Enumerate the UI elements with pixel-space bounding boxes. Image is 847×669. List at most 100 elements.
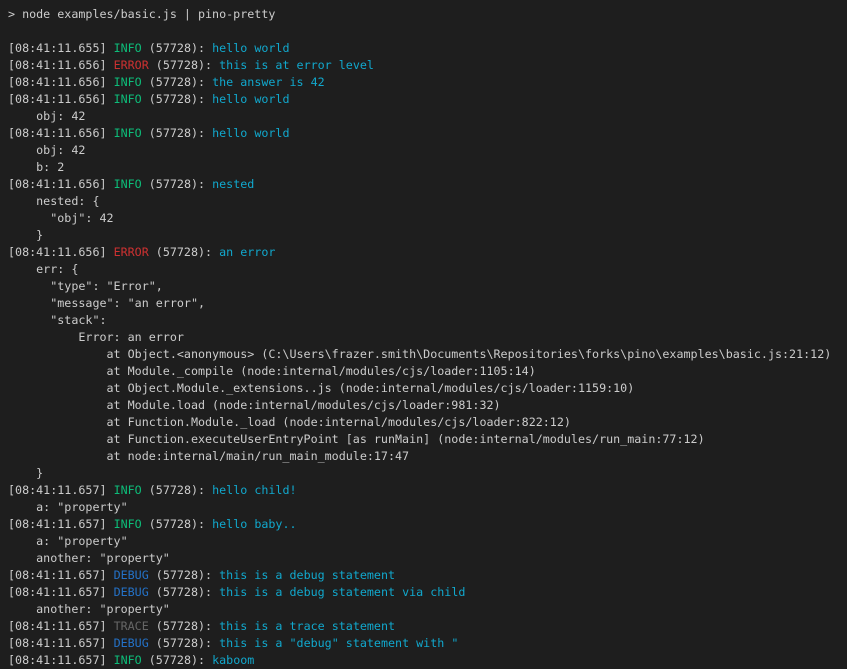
log-text: "obj": 42 [8, 211, 114, 225]
log-text: [08:41:11.656] [8, 75, 114, 89]
terminal-line: "stack": [8, 312, 847, 329]
log-text: "message": "an error", [8, 296, 205, 310]
terminal-line: "message": "an error", [8, 295, 847, 312]
terminal-line: [08:41:11.655] INFO (57728): hello world [8, 40, 847, 57]
terminal-line: [08:41:11.656] INFO (57728): hello world [8, 125, 847, 142]
log-message: kaboom [212, 653, 254, 667]
log-text: at node:internal/main/run_main_module:17… [8, 449, 409, 463]
log-level: TRACE [114, 619, 149, 633]
terminal-line: [08:41:11.657] INFO (57728): kaboom [8, 652, 847, 669]
log-text: (57728): [142, 483, 212, 497]
log-text: obj: 42 [8, 143, 85, 157]
log-text: a: "property" [8, 534, 128, 548]
terminal-line: at Object.<anonymous> (C:\Users\frazer.s… [8, 346, 847, 363]
log-text: (57728): [142, 41, 212, 55]
log-text: (57728): [149, 585, 219, 599]
log-text: [08:41:11.657] [8, 568, 114, 582]
terminal-line: [08:41:11.656] INFO (57728): the answer … [8, 74, 847, 91]
log-level: ERROR [114, 58, 149, 72]
log-text: (57728): [142, 653, 212, 667]
log-text: b: 2 [8, 160, 64, 174]
terminal-line: obj: 42 [8, 142, 847, 159]
log-text: obj: 42 [8, 109, 85, 123]
log-text: [08:41:11.655] [8, 41, 114, 55]
log-message: this is a trace statement [219, 619, 395, 633]
terminal-line: at node:internal/main/run_main_module:17… [8, 448, 847, 465]
terminal-line: [08:41:11.656] INFO (57728): hello world [8, 91, 847, 108]
log-message: nested [212, 177, 254, 191]
log-level: ERROR [114, 245, 149, 259]
log-text: [08:41:11.656] [8, 92, 114, 106]
log-message: the answer is 42 [212, 75, 325, 89]
log-message: hello world [212, 41, 289, 55]
log-level: INFO [114, 653, 142, 667]
terminal-line [8, 23, 847, 40]
terminal-line: } [8, 465, 847, 482]
terminal-line: [08:41:11.656] INFO (57728): nested [8, 176, 847, 193]
terminal-line: at Module.load (node:internal/modules/cj… [8, 397, 847, 414]
terminal-line: err: { [8, 261, 847, 278]
log-text: another: "property" [8, 602, 170, 616]
log-text: (57728): [142, 517, 212, 531]
log-message: this is a "debug" statement with " [219, 636, 458, 650]
terminal-line: nested: { [8, 193, 847, 210]
log-text: [08:41:11.657] [8, 517, 114, 531]
log-text: "stack": [8, 313, 107, 327]
log-message: this is a debug statement [219, 568, 395, 582]
log-level: INFO [114, 483, 142, 497]
log-text: (57728): [149, 568, 219, 582]
terminal-window: > node examples/basic.js | pino-pretty [… [0, 0, 847, 669]
log-text: "type": "Error", [8, 279, 163, 293]
log-text: nested: { [8, 194, 99, 208]
terminal-output[interactable]: > node examples/basic.js | pino-pretty [… [0, 0, 847, 669]
log-text: [08:41:11.656] [8, 245, 114, 259]
log-text: (57728): [149, 58, 219, 72]
log-message: an error [219, 245, 275, 259]
terminal-line: a: "property" [8, 533, 847, 550]
log-text: (57728): [149, 636, 219, 650]
log-message: hello child! [212, 483, 296, 497]
log-text: [08:41:11.657] [8, 619, 114, 633]
log-text: } [8, 228, 43, 242]
log-text: at Object.<anonymous> (C:\Users\frazer.s… [8, 347, 831, 361]
log-level: DEBUG [114, 636, 149, 650]
log-text: [08:41:11.657] [8, 636, 114, 650]
log-level: INFO [114, 75, 142, 89]
log-text: a: "property" [8, 500, 128, 514]
log-text: [08:41:11.657] [8, 483, 114, 497]
terminal-line: [08:41:11.656] ERROR (57728): an error [8, 244, 847, 261]
terminal-line: obj: 42 [8, 108, 847, 125]
log-message: this is at error level [219, 58, 374, 72]
log-text: err: { [8, 262, 78, 276]
terminal-line: "obj": 42 [8, 210, 847, 227]
log-level: INFO [114, 92, 142, 106]
log-level: INFO [114, 41, 142, 55]
terminal-line: a: "property" [8, 499, 847, 516]
terminal-line: "type": "Error", [8, 278, 847, 295]
log-message: hello baby.. [212, 517, 296, 531]
terminal-line: > node examples/basic.js | pino-pretty [8, 6, 847, 23]
log-text: at Function.executeUserEntryPoint [as ru… [8, 432, 705, 446]
log-text: (57728): [142, 126, 212, 140]
log-text: [08:41:11.657] [8, 585, 114, 599]
log-text: at Module.load (node:internal/modules/cj… [8, 398, 501, 412]
terminal-line: another: "property" [8, 550, 847, 567]
log-text: [08:41:11.656] [8, 58, 114, 72]
log-level: DEBUG [114, 568, 149, 582]
terminal-line: at Function.Module._load (node:internal/… [8, 414, 847, 431]
terminal-line: [08:41:11.656] ERROR (57728): this is at… [8, 57, 847, 74]
log-level: INFO [114, 517, 142, 531]
log-message: this is a debug statement via child [219, 585, 465, 599]
log-text: at Module._compile (node:internal/module… [8, 364, 536, 378]
terminal-line: [08:41:11.657] TRACE (57728): this is a … [8, 618, 847, 635]
log-text: at Function.Module._load (node:internal/… [8, 415, 571, 429]
terminal-line: at Object.Module._extensions..js (node:i… [8, 380, 847, 397]
terminal-line: b: 2 [8, 159, 847, 176]
log-text: (57728): [142, 75, 212, 89]
log-text: [08:41:11.657] [8, 653, 114, 667]
log-text: > node examples/basic.js | pino-pretty [8, 7, 275, 21]
log-text: [08:41:11.656] [8, 177, 114, 191]
log-message: hello world [212, 126, 289, 140]
log-text: (57728): [142, 92, 212, 106]
terminal-line: Error: an error [8, 329, 847, 346]
